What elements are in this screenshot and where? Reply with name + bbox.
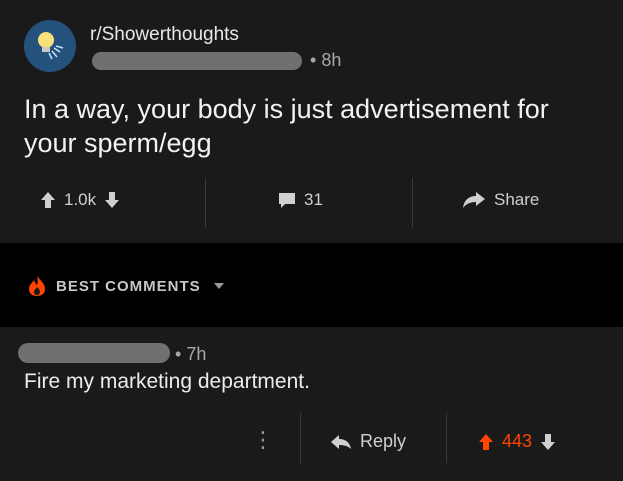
share-arrow-icon <box>463 192 485 208</box>
comment-count: 31 <box>304 190 323 209</box>
subreddit-name[interactable]: r/Showerthoughts <box>90 24 239 46</box>
upvote-arrow-icon[interactable] <box>40 191 56 209</box>
comment-sort-bar[interactable]: BEST COMMENTS <box>0 262 623 310</box>
flame-icon <box>29 276 45 296</box>
divider <box>205 178 206 228</box>
comment-card: • 7h Fire my marketing department. ⋮ Rep… <box>0 327 623 481</box>
subreddit-avatar[interactable] <box>24 20 76 72</box>
chevron-down-icon <box>213 283 224 289</box>
post-time-value: 8h <box>321 50 342 70</box>
comment-time: • 7h <box>175 344 207 364</box>
downvote-arrow-icon[interactable] <box>104 191 120 209</box>
comment-bubble-icon <box>279 193 295 208</box>
upvote-arrow-icon[interactable] <box>478 433 494 451</box>
reply-label: Reply <box>360 431 407 451</box>
reply-button[interactable]: Reply <box>330 431 406 452</box>
vote-group: 1.0k <box>40 190 120 210</box>
share-label: Share <box>494 190 540 209</box>
comments-button[interactable]: 31 <box>278 190 323 210</box>
post-card: r/Showerthoughts • 8h In a way, your bod… <box>0 0 623 243</box>
comment-vote-group: 443 <box>478 431 556 452</box>
comment-score: 443 <box>502 431 533 451</box>
divider <box>446 413 447 463</box>
divider <box>412 178 413 228</box>
downvote-arrow-icon[interactable] <box>540 433 556 451</box>
comment-sort-label: BEST COMMENTS <box>56 277 201 295</box>
post-title[interactable]: In a way, your body is just advertisemen… <box>24 92 604 160</box>
more-options-icon: ⋮ <box>252 427 274 452</box>
upvote-count: 1.0k <box>64 190 97 209</box>
redacted-username <box>92 52 302 70</box>
comment-time-value: 7h <box>186 344 207 364</box>
share-button[interactable]: Share <box>462 190 539 210</box>
comment-body: Fire my marketing department. <box>24 370 310 393</box>
divider <box>300 413 301 463</box>
lightbulb-shower-icon <box>38 32 64 60</box>
redacted-commenter <box>18 343 170 363</box>
post-time: • 8h <box>310 50 342 70</box>
reply-arrow-icon <box>331 434 351 449</box>
more-options-button[interactable]: ⋮ <box>252 427 274 453</box>
